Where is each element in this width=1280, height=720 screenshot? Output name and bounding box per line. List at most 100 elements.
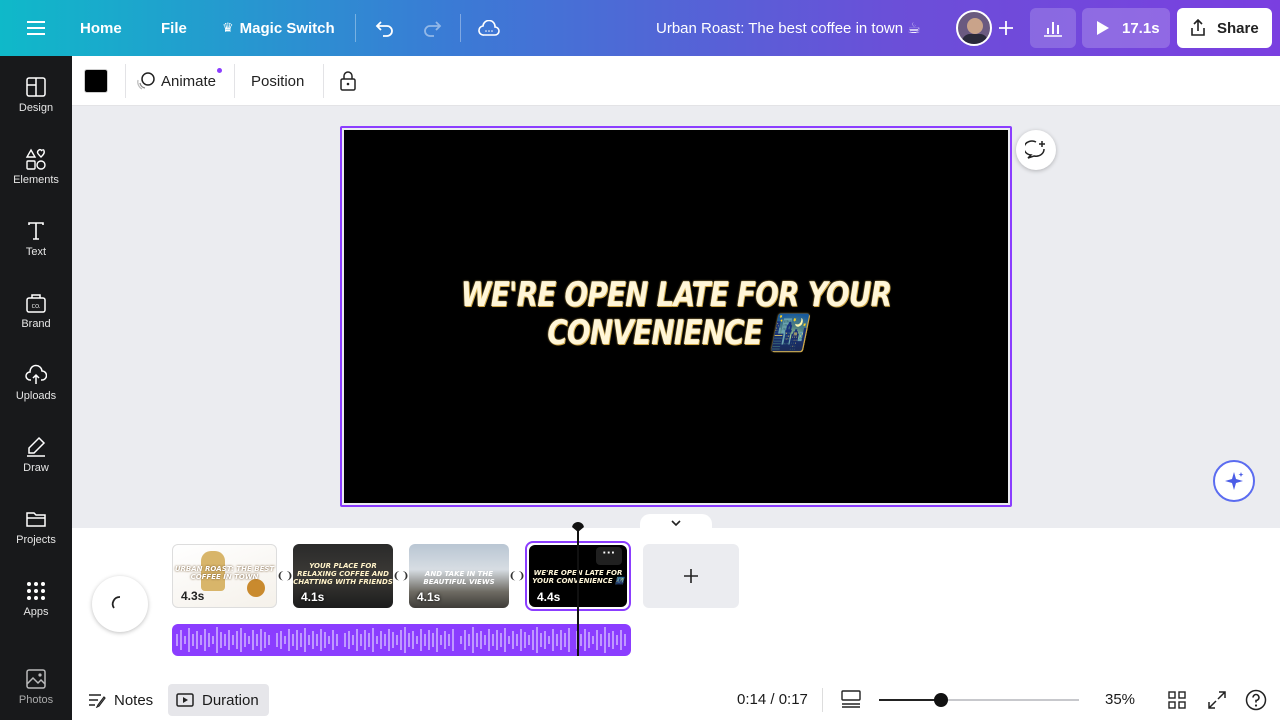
cloud-save-icon[interactable] xyxy=(476,16,502,40)
left-sidebar: Design Elements Text CO. Brand Uploads D… xyxy=(0,56,72,720)
sidebar-label-photos: Photos xyxy=(18,694,54,706)
file-menu[interactable]: File xyxy=(161,0,187,56)
playhead-line[interactable] xyxy=(577,530,579,656)
fullscreen-icon[interactable] xyxy=(1206,689,1228,711)
slide-heading-line1: WE'RE OPEN LATE FOR YOUR xyxy=(460,275,892,315)
thumb-duration: 4.4s xyxy=(537,590,561,604)
insights-icon[interactable] xyxy=(1030,8,1076,48)
page-view-icon[interactable] xyxy=(840,688,862,710)
magic-switch-button[interactable]: ♛ Magic Switch xyxy=(222,0,335,56)
divider xyxy=(460,14,461,42)
share-icon xyxy=(1191,19,1205,36)
slide-canvas[interactable]: WE'RE OPEN LATE FOR YOUR CONVENIENCE 🌃 xyxy=(344,130,1008,503)
transition-icon[interactable]: ❨❩ xyxy=(393,568,409,584)
sidebar-label-draw: Draw xyxy=(23,462,49,474)
add-comment-button[interactable] xyxy=(1016,130,1056,170)
chevron-down-icon xyxy=(671,520,681,527)
play-icon xyxy=(1097,21,1109,35)
new-badge-dot xyxy=(217,68,222,73)
redo-icon[interactable] xyxy=(419,16,445,40)
notes-button[interactable]: Notes xyxy=(80,684,161,716)
design-icon xyxy=(26,77,46,97)
thumb-duration: 4.1s xyxy=(301,590,325,604)
thumb-duration: 4.3s xyxy=(181,589,205,603)
thumb-duration: 4.1s xyxy=(417,590,441,604)
avatar[interactable] xyxy=(956,10,992,46)
collapse-timeline-button[interactable] xyxy=(640,514,712,530)
plus-icon xyxy=(684,569,698,583)
page-thumbnail-1[interactable]: URBAN ROAST: THE BEST COFFEE IN TOWN 4.3… xyxy=(172,544,277,608)
sidebar-label-brand: Brand xyxy=(21,318,51,330)
brand-icon: CO. xyxy=(26,294,46,313)
position-button[interactable]: Position xyxy=(251,56,304,106)
divider xyxy=(323,64,324,98)
animate-label: Animate xyxy=(161,72,217,90)
comment-add-icon xyxy=(1025,140,1045,159)
slide-heading[interactable]: WE'RE OPEN LATE FOR YOUR CONVENIENCE 🌃 xyxy=(404,276,948,352)
divider xyxy=(355,14,356,42)
more-options-icon[interactable]: ··· xyxy=(596,546,622,565)
divider xyxy=(822,688,823,712)
sidebar-item-uploads[interactable]: Uploads xyxy=(0,356,72,416)
sidebar-item-projects[interactable]: Projects xyxy=(0,500,72,560)
sidebar-item-photos[interactable]: Photos xyxy=(0,660,72,720)
notes-icon xyxy=(89,694,106,708)
add-page-button[interactable] xyxy=(643,544,739,608)
video-duration-icon xyxy=(176,693,194,707)
sidebar-label-elements: Elements xyxy=(13,174,59,186)
sidebar-item-elements[interactable]: Elements xyxy=(0,140,72,200)
sidebar-label-text: Text xyxy=(25,246,47,258)
crown-icon: ♛ xyxy=(222,20,234,35)
sidebar-item-draw[interactable]: Draw xyxy=(0,428,72,488)
animate-button[interactable]: Animate xyxy=(136,56,216,106)
page-thumbnail-3[interactable]: AND TAKE IN THE BEAUTIFUL VIEWS 4.1s xyxy=(409,544,509,608)
add-people-icon[interactable] xyxy=(994,16,1018,40)
sidebar-item-design[interactable]: Design xyxy=(0,68,72,128)
divider xyxy=(125,64,126,98)
slide-heading-line2: CONVENIENCE 🌃 xyxy=(547,313,805,353)
sidebar-item-text[interactable]: Text xyxy=(0,212,72,272)
sidebar-label-design: Design xyxy=(18,102,54,114)
playback-button[interactable] xyxy=(92,576,148,632)
document-title[interactable]: Urban Roast: The best coffee in town ☕ xyxy=(656,0,921,56)
loading-spinner-icon xyxy=(111,596,121,609)
thumb-caption: AND TAKE IN THE BEAUTIFUL VIEWS xyxy=(423,570,495,586)
color-swatch[interactable] xyxy=(84,69,108,93)
zoom-slider-fill xyxy=(879,699,942,701)
transition-icon[interactable]: ❨❩ xyxy=(509,568,525,584)
sidebar-item-apps[interactable]: Apps xyxy=(0,572,72,632)
uploads-icon xyxy=(25,364,47,384)
svg-text:CO.: CO. xyxy=(32,304,41,310)
undo-icon[interactable] xyxy=(372,16,398,40)
duration-button[interactable]: Duration xyxy=(168,684,269,716)
sidebar-label-apps: Apps xyxy=(23,606,49,618)
top-bar: Home File ♛ Magic Switch Urban Roast: Th… xyxy=(0,0,1280,56)
apps-icon xyxy=(27,582,45,600)
notes-label: Notes xyxy=(114,691,154,709)
sidebar-item-brand[interactable]: CO. Brand xyxy=(0,284,72,344)
audio-waveform xyxy=(176,624,626,656)
draw-icon xyxy=(27,436,46,457)
help-icon[interactable] xyxy=(1244,688,1268,712)
zoom-level[interactable]: 35% xyxy=(1105,691,1135,708)
time-readout: 0:14 / 0:17 xyxy=(737,691,808,708)
animate-icon xyxy=(137,72,155,90)
projects-icon xyxy=(26,512,46,527)
magic-assistant-button[interactable] xyxy=(1213,460,1255,502)
sidebar-label-uploads: Uploads xyxy=(15,390,57,402)
thumb-caption: YOUR PLACE FOR RELAXING COFFEE AND CHATT… xyxy=(293,562,393,586)
lock-icon[interactable] xyxy=(336,69,360,93)
home-button[interactable]: Home xyxy=(80,0,122,56)
play-duration: 17.1s xyxy=(1122,19,1160,37)
thumb-cup-image xyxy=(247,579,265,597)
share-label: Share xyxy=(1217,19,1259,37)
grid-view-icon[interactable] xyxy=(1166,689,1188,711)
sidebar-label-projects: Projects xyxy=(16,534,56,546)
transition-icon[interactable]: ❨❩ xyxy=(277,568,293,584)
audio-track[interactable] xyxy=(172,624,631,656)
present-button[interactable]: 17.1s xyxy=(1082,8,1170,48)
page-thumbnail-2[interactable]: YOUR PLACE FOR RELAXING COFFEE AND CHATT… xyxy=(293,544,393,608)
context-toolbar: Animate Position xyxy=(72,56,1280,106)
share-button[interactable]: Share xyxy=(1177,8,1272,48)
menu-icon[interactable] xyxy=(22,16,50,40)
